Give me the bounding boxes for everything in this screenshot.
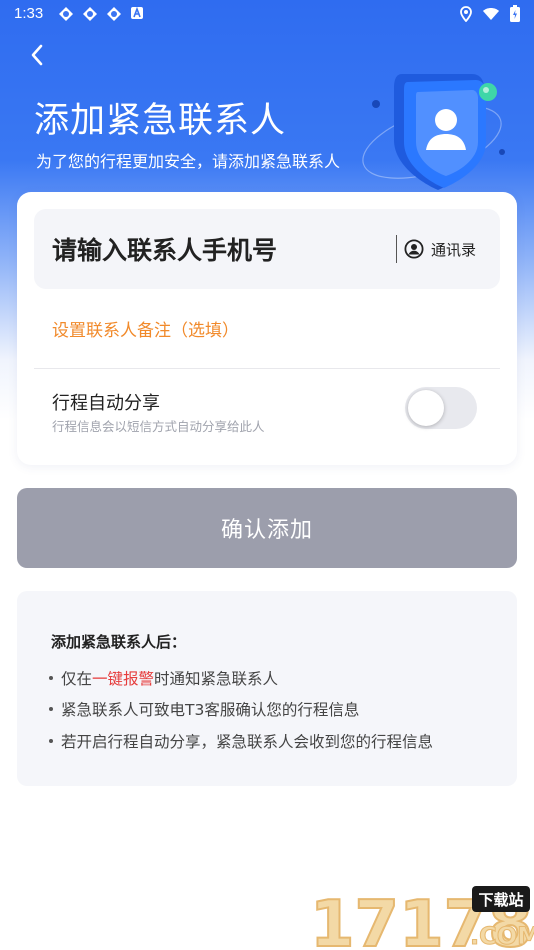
- confirm-add-button[interactable]: 确认添加: [17, 488, 517, 568]
- one-click-alarm-highlight: 一键报警: [92, 670, 155, 688]
- contact-person-icon: [404, 239, 424, 259]
- tip-item: 紧急联系人可致电T3客服确认您的行程信息: [49, 698, 359, 720]
- bullet-dot: [49, 675, 53, 680]
- bullet-dot: [49, 706, 53, 711]
- auto-share-title: 行程自动分享: [52, 393, 160, 414]
- watermark-tag: 下载站: [478, 891, 523, 909]
- app-notification-icon: [59, 7, 73, 21]
- tip-text: 仅在: [61, 670, 93, 688]
- divider: [34, 368, 500, 369]
- bullet-dot: [49, 738, 53, 743]
- page-title: 添加紧急联系人: [34, 101, 287, 141]
- phone-number-input[interactable]: 请输入联系人手机号: [52, 209, 382, 289]
- status-time: 1:33: [14, 5, 44, 22]
- auto-share-description: 行程信息会以短信方式自动分享给此人: [52, 419, 265, 434]
- remark-input[interactable]: 设置联系人备注（选填）: [52, 316, 239, 341]
- tips-panel: 添加紧急联系人后： 仅在一键报警时通知紧急联系人 紧急联系人可致电T3客服确认您…: [17, 591, 517, 786]
- phone-input-box: 请输入联系人手机号 通讯录: [34, 209, 500, 289]
- status-bar: 1:33: [0, 0, 534, 28]
- contact-form-card: 请输入联系人手机号 通讯录 设置联系人备注（选填） 行程自动分享 行程信息会以短…: [17, 192, 517, 465]
- divider: [396, 235, 397, 263]
- font-notification-icon: [131, 6, 143, 19]
- tip-text: 时通知紧急联系人: [154, 670, 279, 688]
- wifi-icon: [483, 7, 499, 20]
- watermark-logo: 17178 下载站 .COM: [309, 886, 534, 950]
- auto-share-toggle[interactable]: [405, 387, 477, 429]
- back-button[interactable]: [22, 40, 52, 70]
- tip-item: 若开启行程自动分享，紧急联系人会收到您的行程信息: [49, 730, 433, 752]
- chevron-left-icon: [31, 44, 43, 66]
- tip-text: 紧急联系人可致电T3客服确认您的行程信息: [61, 701, 360, 719]
- tips-title: 添加紧急联系人后：: [51, 633, 187, 651]
- toggle-knob: [408, 390, 444, 426]
- tip-text: 若开启行程自动分享，紧急联系人会收到您的行程信息: [61, 733, 434, 751]
- contacts-button[interactable]: 通讯录: [404, 235, 476, 263]
- app-notification-icon: [83, 7, 97, 21]
- app-notification-icon: [107, 7, 121, 21]
- tip-item: 仅在一键报警时通知紧急联系人: [49, 667, 278, 689]
- battery-icon: [510, 5, 520, 22]
- watermark-domain: .COM: [470, 922, 534, 950]
- location-icon: [460, 5, 472, 22]
- system-icons: [460, 5, 520, 22]
- contacts-label: 通讯录: [431, 240, 477, 259]
- notification-icons: [58, 6, 144, 22]
- page-subtitle: 为了您的行程更加安全，请添加紧急联系人: [36, 152, 341, 171]
- shield-illustration: [362, 74, 505, 190]
